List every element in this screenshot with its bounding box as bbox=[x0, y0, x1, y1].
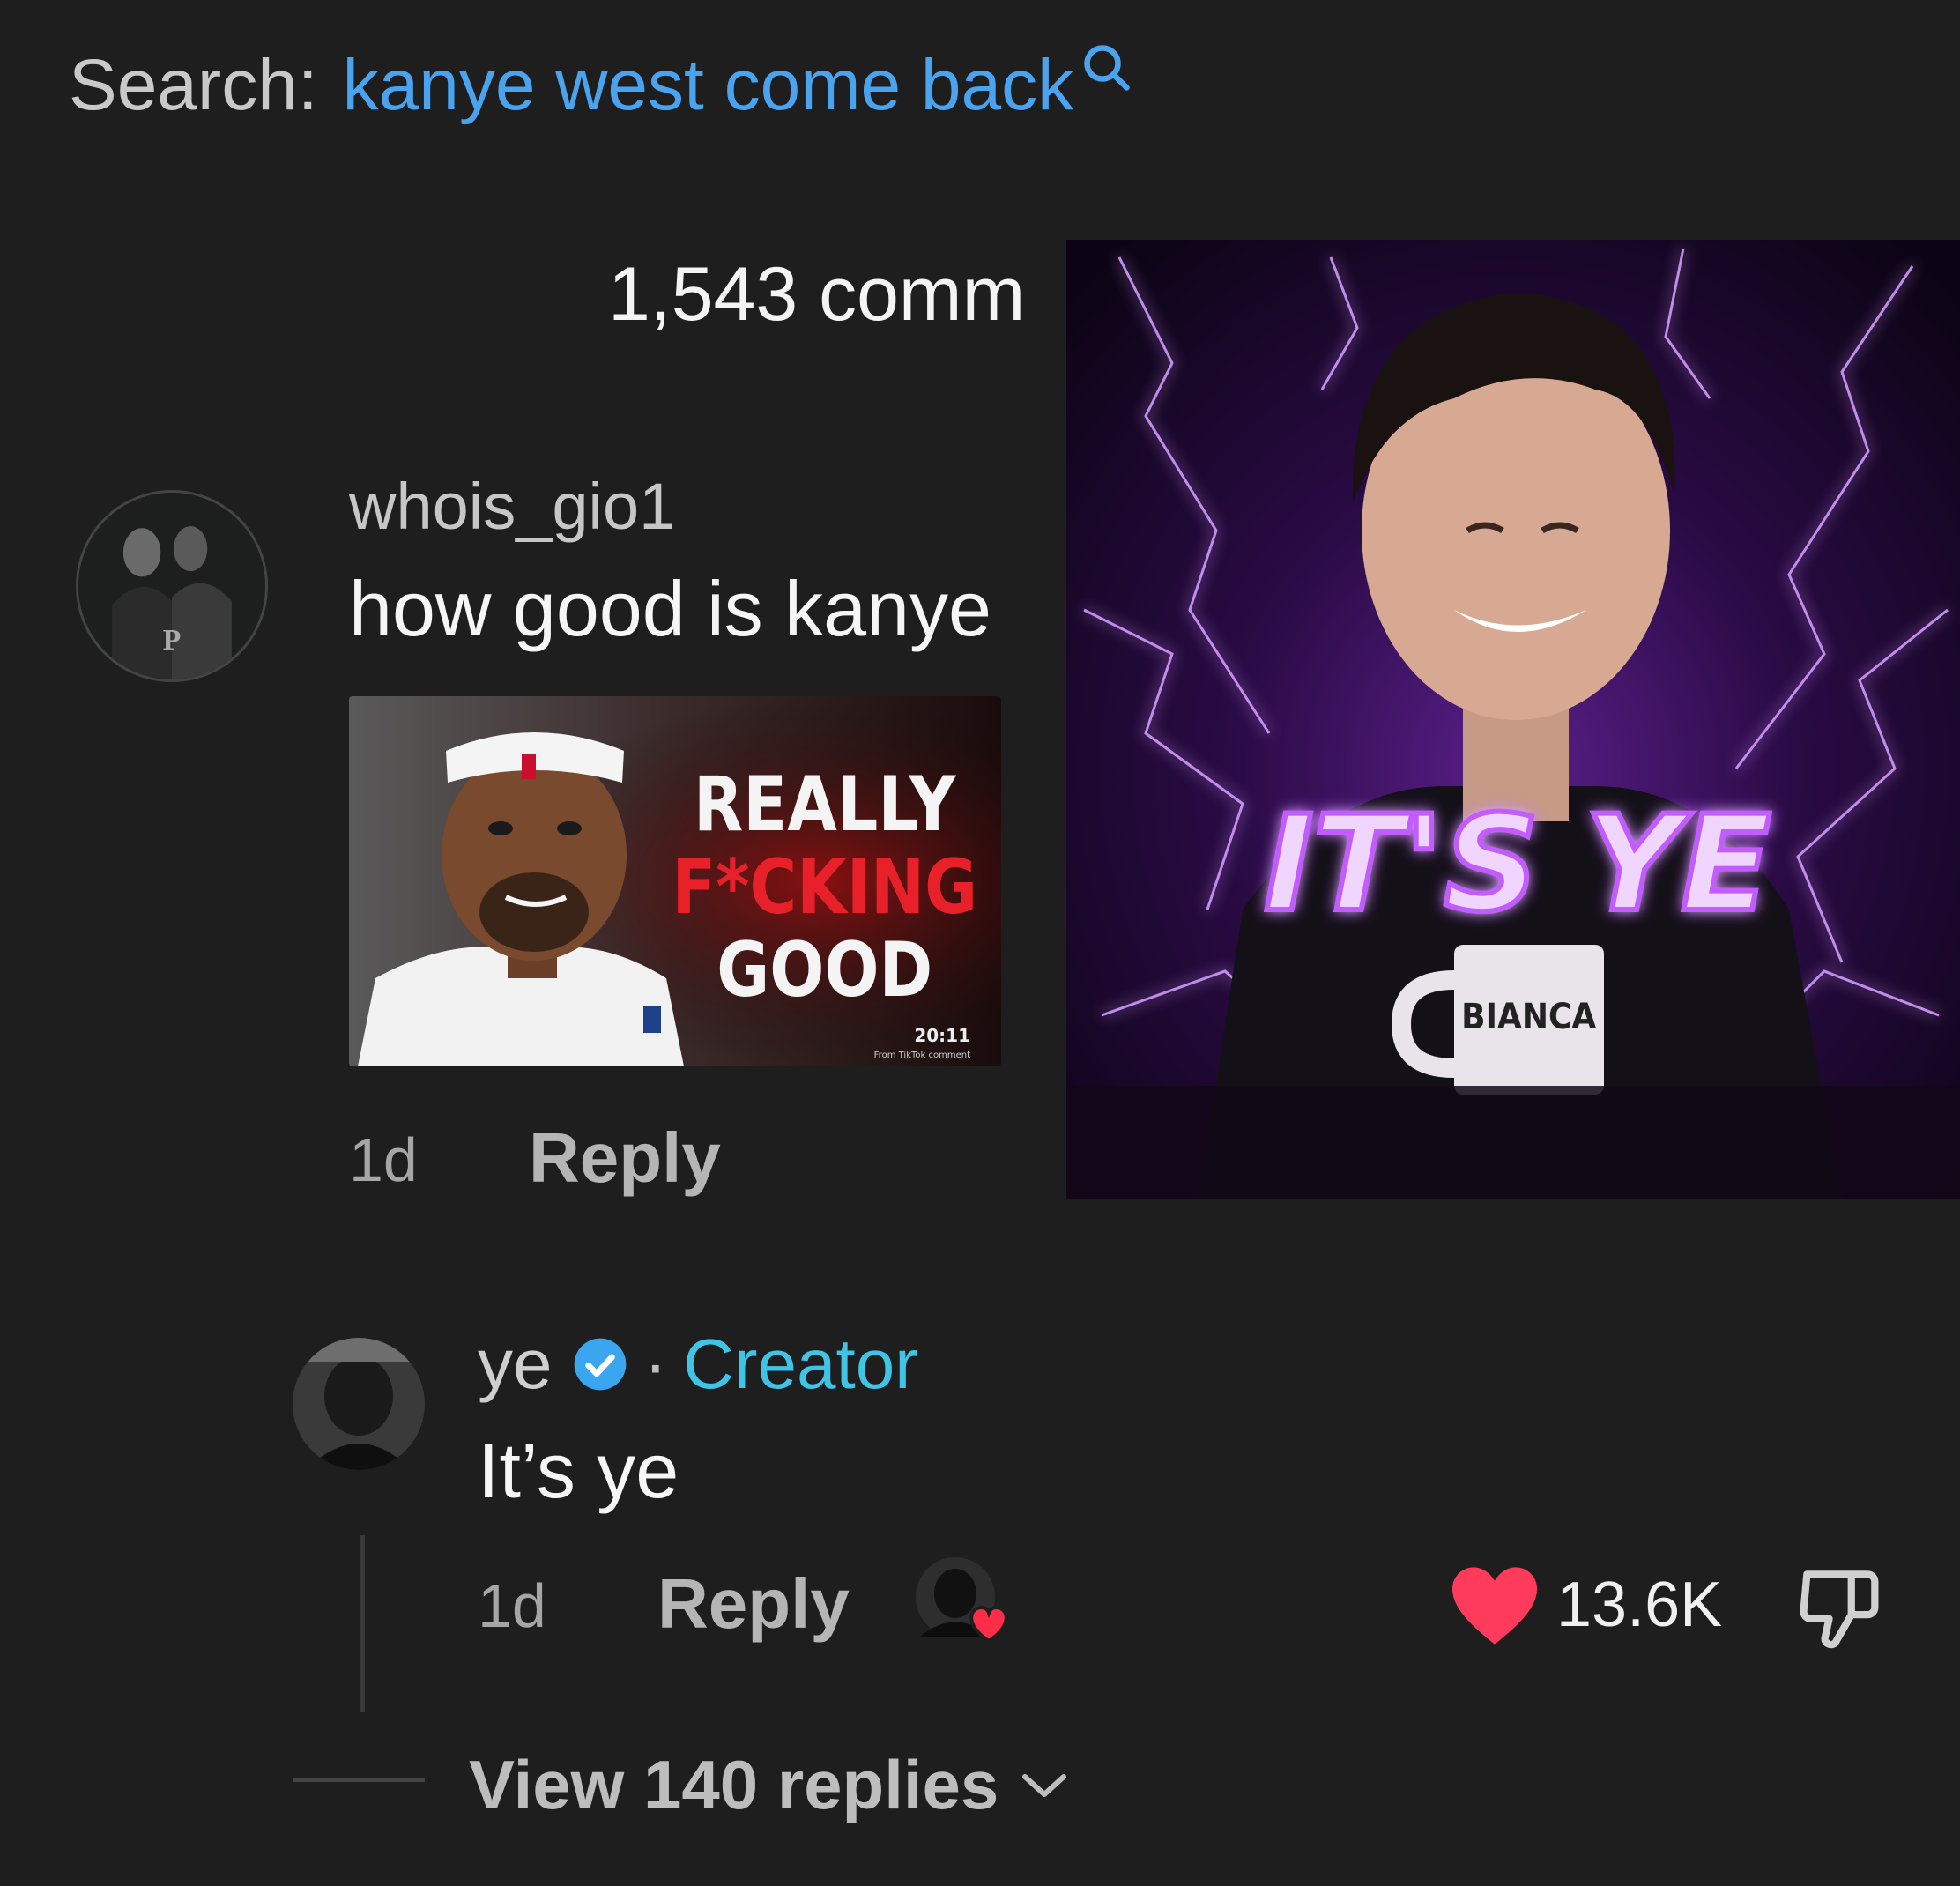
comment-text: It’s ye bbox=[478, 1427, 679, 1514]
watermark-source: From TikTok comment bbox=[874, 1051, 970, 1060]
avatar-image: P bbox=[78, 493, 265, 679]
avatar[interactable]: P bbox=[76, 490, 268, 682]
chevron-down-icon bbox=[1022, 1773, 1067, 1797]
search-query-link[interactable]: kanye west come back bbox=[343, 44, 1074, 127]
avatar-letter: P bbox=[163, 624, 182, 657]
reply-button[interactable]: Reply bbox=[529, 1117, 721, 1199]
thread-line bbox=[360, 1535, 365, 1712]
creator-avatar[interactable] bbox=[293, 1338, 425, 1470]
creator-label: Creator bbox=[683, 1325, 918, 1403]
comment-username[interactable]: whois_gio1 bbox=[349, 469, 675, 544]
heart-icon[interactable] bbox=[1447, 1563, 1542, 1648]
view-replies-button[interactable]: View 140 replies bbox=[469, 1745, 1069, 1825]
overlay-image: IT'S YE BIANCA bbox=[1066, 240, 1960, 1199]
reply-button[interactable]: Reply bbox=[657, 1563, 850, 1645]
search-bar[interactable]: Search: kanye west come back bbox=[69, 37, 1133, 134]
thumbs-down-icon[interactable] bbox=[1791, 1558, 1888, 1655]
view-replies-label: View 140 replies bbox=[469, 1746, 999, 1823]
creator-avatar-image bbox=[293, 1338, 425, 1470]
meme-image: REALLY F*CKING GOOD 20:11 From TikTok co… bbox=[349, 696, 1001, 1066]
watermark-time: 20:11 bbox=[914, 1025, 970, 1046]
liked-by-creator-icon bbox=[916, 1557, 1008, 1644]
view-replies-divider bbox=[293, 1778, 425, 1782]
mug-text: BIANCA bbox=[1461, 996, 1597, 1036]
meme-line-2: F*CKING bbox=[672, 843, 977, 931]
like-count: 13.6K bbox=[1556, 1570, 1723, 1640]
comment-count: 1,543 comm bbox=[608, 252, 1026, 337]
separator-dot: · bbox=[643, 1325, 668, 1403]
meme-line-3: GOOD bbox=[716, 925, 932, 1014]
creator-username-row: ye · Creator bbox=[478, 1324, 918, 1405]
comment-text: how good is kanye bbox=[349, 565, 991, 652]
search-prefix: Search: bbox=[69, 45, 318, 125]
search-icon[interactable] bbox=[1080, 41, 1133, 94]
comment-attached-image[interactable]: REALLY F*CKING GOOD 20:11 From TikTok co… bbox=[349, 696, 1001, 1066]
its-ye-image: IT'S YE BIANCA bbox=[1066, 240, 1960, 1199]
verified-badge-icon bbox=[574, 1338, 626, 1391]
comment-timestamp: 1d bbox=[349, 1125, 418, 1194]
overlay-title: IT'S YE bbox=[1264, 788, 1771, 941]
comment-username[interactable]: ye bbox=[478, 1324, 553, 1405]
meme-line-1: REALLY bbox=[694, 760, 957, 848]
comment-timestamp: 1d bbox=[478, 1571, 546, 1640]
